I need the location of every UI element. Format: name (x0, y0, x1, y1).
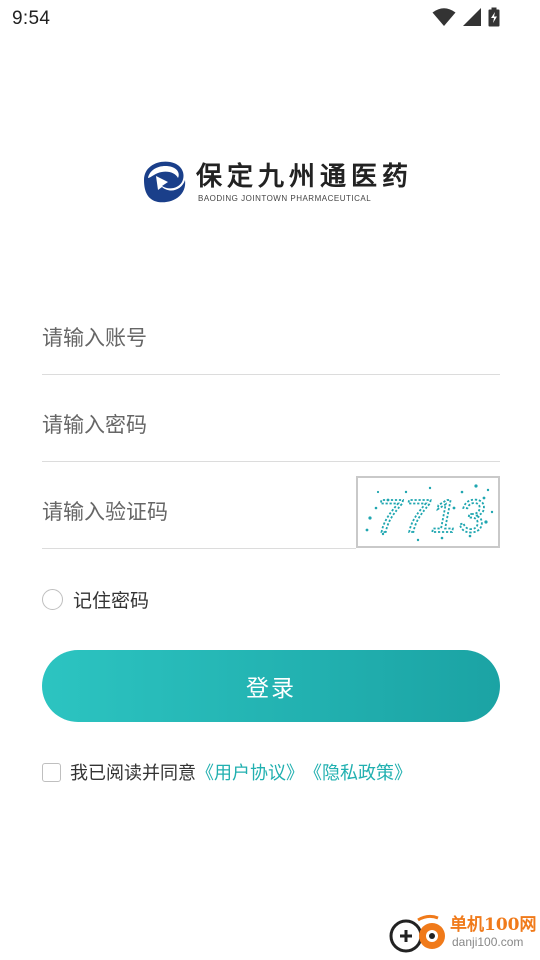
remember-label: 记住密码 (73, 590, 150, 612)
privacy-policy-link[interactable]: 《隐私政策》 (304, 759, 412, 785)
company-name-en: BAODING JOINTOWN PHARMACEUTICAL (198, 194, 372, 203)
account-field (42, 287, 500, 375)
watermark-domain: danji100.com (452, 935, 524, 949)
status-bar: 9:54 (0, 0, 540, 36)
battery-charging-icon (488, 7, 500, 27)
agreement-row: 我已阅读并同意 《用户协议》 《隐私政策》 (42, 759, 412, 785)
login-button[interactable]: 登录 (42, 650, 500, 722)
wifi-icon (432, 7, 456, 27)
user-agreement-link[interactable]: 《用户协议》 (196, 759, 304, 785)
signal-icon (462, 7, 482, 27)
watermark-name: 单机100网 (450, 915, 537, 935)
captcha-input[interactable] (42, 500, 356, 524)
password-input[interactable] (42, 413, 500, 437)
captcha-text: 7713 (376, 490, 486, 542)
status-icons (432, 7, 500, 27)
captcha-field (42, 461, 356, 549)
company-logo: 保定九州通医药 BAODING JOINTOWN PHARMACEUTICAL (138, 154, 408, 210)
remember-password[interactable]: 记住密码 (42, 586, 149, 613)
remember-radio[interactable] (42, 589, 63, 610)
company-name-cn: 保定九州通医药 (196, 162, 414, 192)
agreement-text: 我已阅读并同意 (70, 763, 196, 784)
password-field (42, 374, 500, 462)
captcha-image[interactable]: 7713 (356, 476, 500, 548)
watermark: 单机100网 danji100.com (388, 908, 538, 956)
swirl-logo-icon (138, 156, 188, 211)
danji-logo-icon (388, 914, 448, 959)
account-input[interactable] (42, 326, 500, 350)
agreement-checkbox[interactable] (42, 762, 61, 782)
status-time: 9:54 (12, 8, 51, 29)
